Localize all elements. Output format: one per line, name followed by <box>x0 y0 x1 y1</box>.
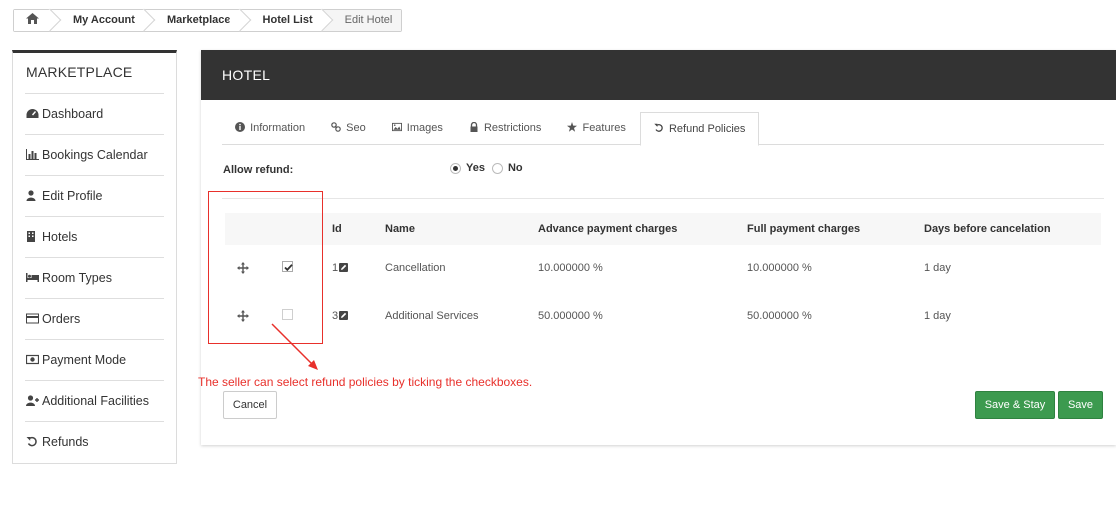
sidebar-item-label: Refunds <box>42 435 89 449</box>
table-row: 3 Additional Services 50.000000 % 50.000… <box>225 296 1101 336</box>
credit-card-icon <box>26 313 39 324</box>
cancel-button[interactable]: Cancel <box>223 391 277 419</box>
table-header: Id Name Advance payment charges Full pay… <box>225 213 1101 245</box>
link-icon <box>331 122 341 132</box>
sidebar-item-hotels[interactable]: Hotels <box>25 216 164 257</box>
tab-label: Images <box>406 122 443 134</box>
column-header-days: Days before cancelation <box>924 223 1051 235</box>
sidebar-item-label: Additional Facilities <box>42 394 149 408</box>
cell-days: 1 day <box>924 310 951 322</box>
money-icon <box>26 354 39 365</box>
lock-icon <box>470 122 478 132</box>
info-icon <box>235 122 245 132</box>
cell-advance: 50.000000 % <box>538 310 603 322</box>
undo-icon <box>654 123 663 132</box>
sidebar-item-label: Edit Profile <box>42 189 103 203</box>
breadcrumb-edit-hotel: Edit Hotel <box>322 10 402 31</box>
sidebar-item-additional-facilities[interactable]: Additional Facilities <box>25 380 164 421</box>
undo-icon <box>26 436 37 447</box>
cell-advance: 10.000000 % <box>538 262 603 274</box>
sidebar-item-label: Orders <box>42 312 81 326</box>
annotation-text: The seller can select refund policies by… <box>198 375 533 389</box>
divider <box>222 198 1104 199</box>
tab-label: Seo <box>346 122 366 134</box>
cell-full: 50.000000 % <box>747 310 812 322</box>
edit-icon[interactable] <box>339 311 349 320</box>
radio-no-label: No <box>507 162 523 174</box>
tab-label: Features <box>582 122 626 134</box>
sidebar: MARKETPLACE Dashboard Bookings Calendar … <box>12 50 177 464</box>
breadcrumb-my-account[interactable]: My Account <box>51 10 145 31</box>
tab-restrictions[interactable]: Restrictions <box>456 112 555 145</box>
cell-full: 10.000000 % <box>747 262 812 274</box>
tab-information[interactable]: Information <box>222 112 318 145</box>
tab-label: Refund Policies <box>668 123 746 135</box>
cell-name: Additional Services <box>385 310 479 322</box>
sidebar-item-label: Hotels <box>42 230 78 244</box>
sidebar-title: MARKETPLACE <box>26 64 133 80</box>
annotation-arrow-icon <box>271 323 318 370</box>
breadcrumb: My Account Marketplace Hotel List Edit H… <box>13 9 403 32</box>
column-header-advance: Advance payment charges <box>538 223 678 235</box>
column-header-full: Full payment charges <box>747 223 861 235</box>
tab-label: Restrictions <box>483 122 542 134</box>
column-header-id: Id <box>332 223 342 235</box>
sidebar-item-label: Dashboard <box>42 107 104 121</box>
tab-seo[interactable]: Seo <box>318 112 379 145</box>
sidebar-item-label: Bookings Calendar <box>42 148 148 162</box>
home-icon <box>26 13 39 24</box>
sidebar-item-orders[interactable]: Orders <box>25 298 164 339</box>
table-row: 1 Cancellation 10.000000 % 10.000000 % 1… <box>225 248 1101 288</box>
allow-refund-label: Allow refund: <box>223 164 294 176</box>
tab-refund-policies[interactable]: Refund Policies <box>639 112 760 146</box>
user-icon <box>26 190 36 201</box>
allow-refund-radio-group: Yes No <box>450 162 530 174</box>
sidebar-item-room-types[interactable]: Room Types <box>25 257 164 298</box>
sidebar-item-label: Payment Mode <box>42 353 127 367</box>
bed-icon <box>26 273 39 282</box>
edit-icon[interactable] <box>339 263 349 272</box>
panel-title: HOTEL <box>201 50 1116 100</box>
sidebar-item-bookings-calendar[interactable]: Bookings Calendar <box>25 134 164 175</box>
dashboard-icon <box>26 109 39 118</box>
tab-label: Information <box>250 122 306 134</box>
radio-yes-label: Yes <box>466 162 485 174</box>
cell-days: 1 day <box>924 262 951 274</box>
tab-features[interactable]: Features <box>554 112 638 145</box>
star-icon <box>567 122 578 132</box>
column-header-name: Name <box>385 223 415 235</box>
sidebar-item-dashboard[interactable]: Dashboard <box>25 93 164 134</box>
save-button[interactable]: Save <box>1058 391 1103 419</box>
user-plus-icon <box>26 395 39 406</box>
sidebar-item-edit-profile[interactable]: Edit Profile <box>25 175 164 216</box>
sidebar-item-refunds[interactable]: Refunds <box>25 421 164 462</box>
cell-id: 1 <box>332 262 349 274</box>
tab-bar: Information Seo Images Restrictions Feat… <box>222 112 1104 146</box>
sidebar-item-label: Room Types <box>42 271 112 285</box>
cell-name: Cancellation <box>385 262 446 274</box>
breadcrumb-marketplace[interactable]: Marketplace <box>144 10 241 31</box>
save-and-stay-button[interactable]: Save & Stay <box>975 391 1055 419</box>
cell-id: 3 <box>332 310 349 322</box>
breadcrumb-home[interactable] <box>14 10 51 31</box>
building-icon <box>27 231 35 242</box>
sidebar-item-payment-mode[interactable]: Payment Mode <box>25 339 164 380</box>
radio-yes[interactable] <box>450 162 461 174</box>
tab-images[interactable]: Images <box>379 112 456 145</box>
bar-chart-icon <box>26 149 39 160</box>
breadcrumb-hotel-list[interactable]: Hotel List <box>240 10 323 31</box>
image-icon <box>391 122 402 132</box>
radio-no[interactable] <box>491 162 503 174</box>
